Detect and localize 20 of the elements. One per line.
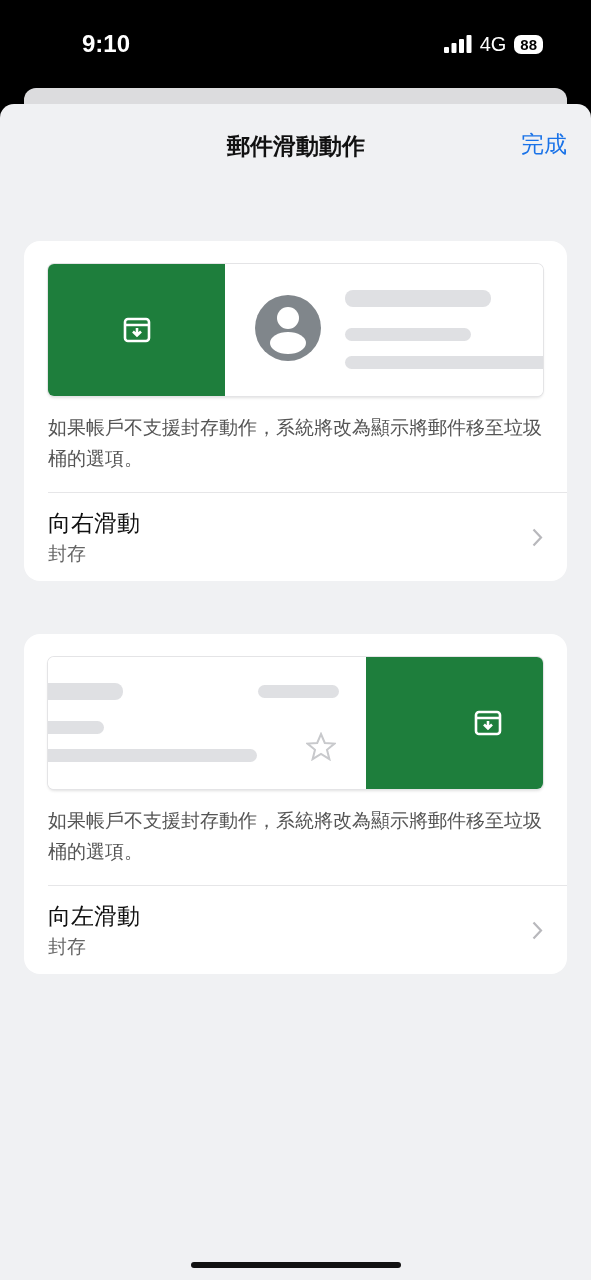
setting-label: 向右滑動 xyxy=(48,509,140,538)
avatar-icon xyxy=(255,295,321,361)
setting-value: 封存 xyxy=(48,541,87,566)
setting-value: 封存 xyxy=(48,934,87,959)
chevron-right-icon xyxy=(532,920,543,940)
sheet-title: 郵件滑動動作 xyxy=(226,131,365,161)
chevron-right-icon xyxy=(532,527,543,547)
swipe-setting-row[interactable]: 向右滑動 封存 xyxy=(48,492,567,581)
network-type: 4G xyxy=(479,32,507,56)
info-note: 如果帳戶不支援封存動作，系統將改為顯示將郵件移至垃圾桶的選項。 xyxy=(48,808,543,864)
archive-icon xyxy=(473,710,502,736)
signal-icon xyxy=(443,35,472,53)
info-note: 如果帳戶不支援封存動作，系統將改為顯示將郵件移至垃圾桶的選項。 xyxy=(48,415,543,471)
star-icon xyxy=(306,732,336,761)
battery-level: 88 xyxy=(514,34,543,54)
status-time: 9:10 xyxy=(82,30,131,58)
swipe-setting-row[interactable]: 向左滑動 封存 xyxy=(48,885,567,974)
done-button[interactable]: 完成 xyxy=(521,129,567,160)
setting-label: 向左滑動 xyxy=(48,902,140,931)
archive-icon xyxy=(122,317,151,343)
